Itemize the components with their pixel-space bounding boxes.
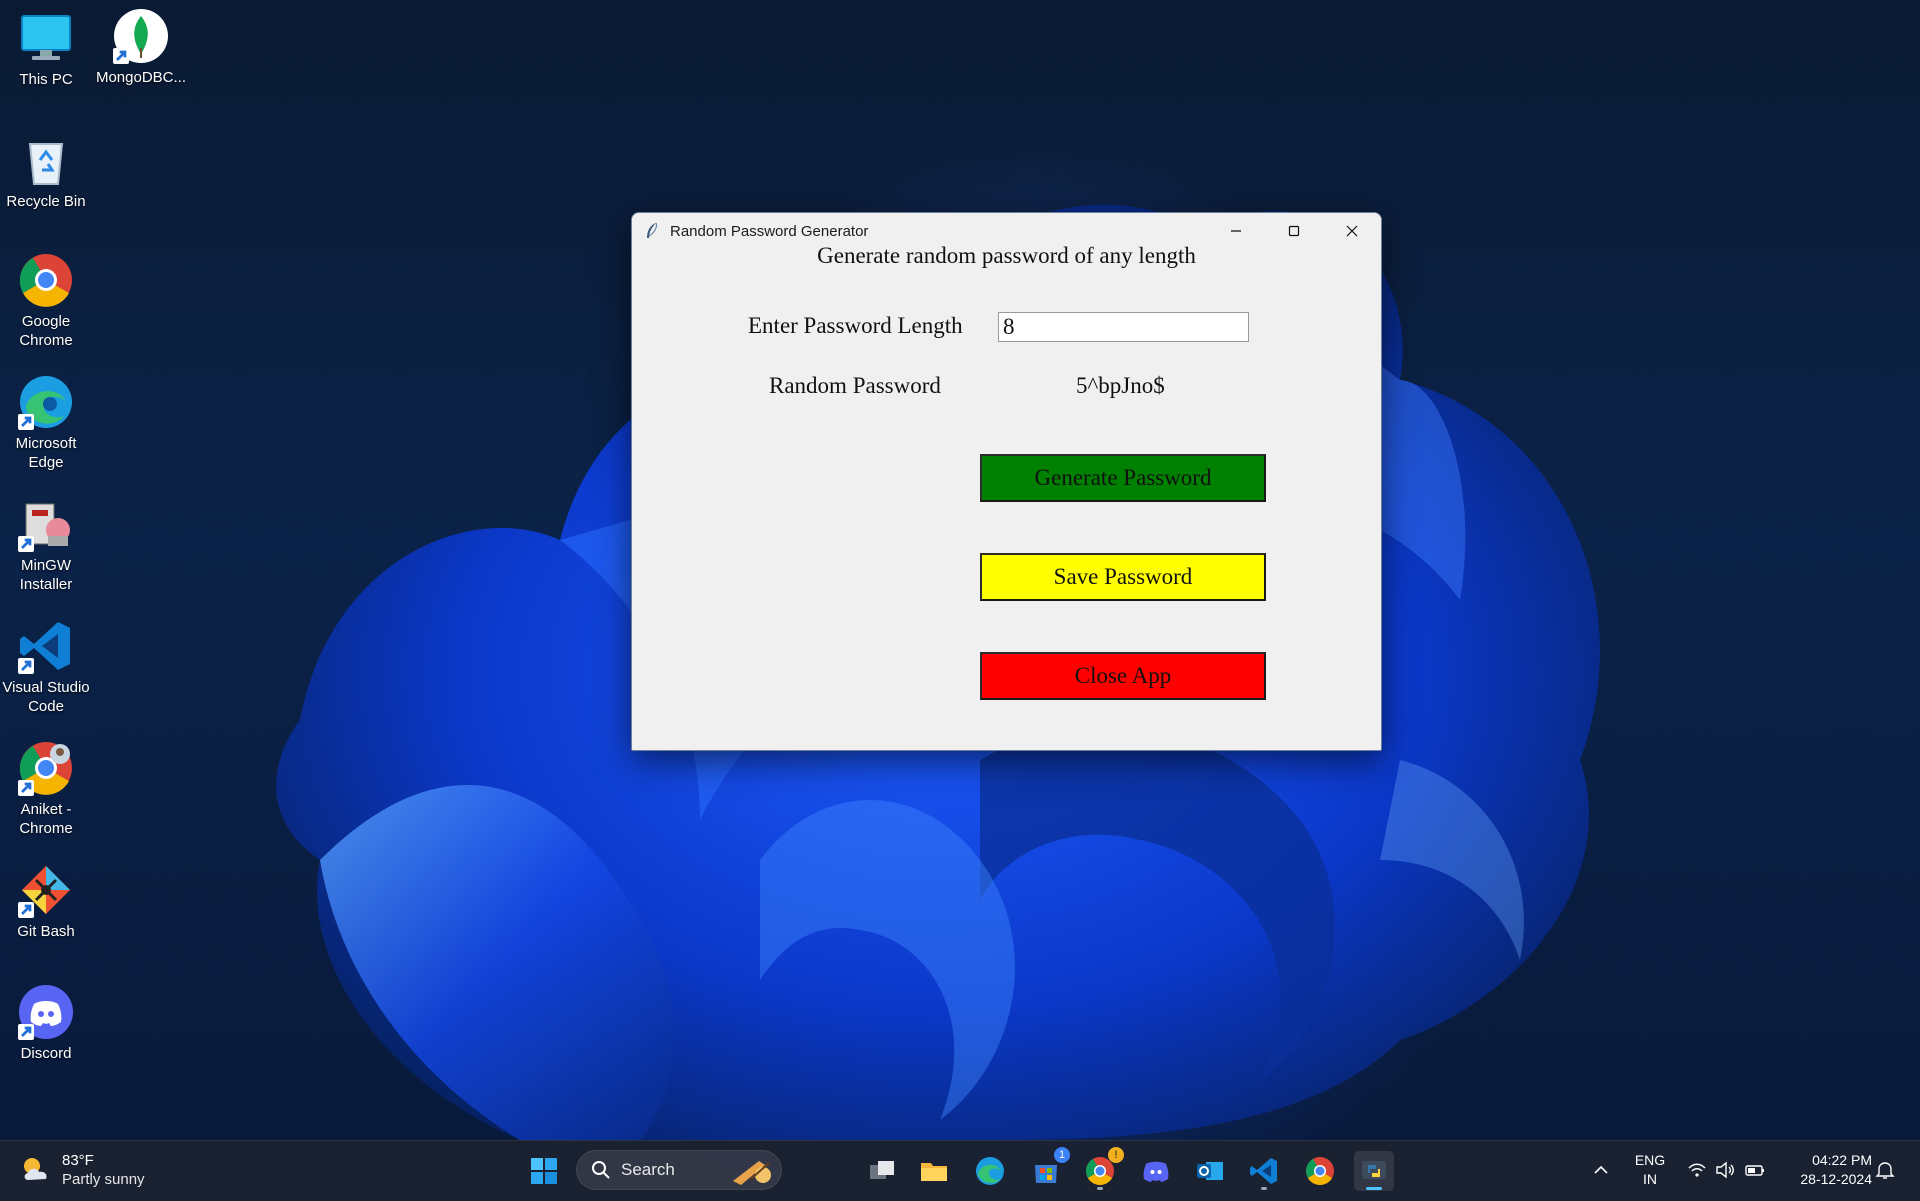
vscode-icon [18, 618, 74, 674]
mingw-installer-icon [18, 496, 74, 552]
taskbar-file-explorer[interactable] [914, 1151, 954, 1191]
task-view-icon [870, 1161, 894, 1179]
shortcut-arrow-icon [18, 658, 34, 674]
discord-icon [1143, 1161, 1169, 1182]
chrome-icon [1306, 1157, 1334, 1185]
random-password-value: 5^bpJno$ [1076, 373, 1165, 398]
taskbar-task-view[interactable] [862, 1151, 902, 1191]
desktop-icon-vscode[interactable]: Visual Studio Code [0, 618, 92, 716]
search-icon [592, 1161, 610, 1179]
edge-icon [18, 374, 74, 430]
taskbar-discord[interactable] [1136, 1151, 1176, 1191]
clock-time: 04:22 PM [1812, 1152, 1872, 1168]
file-explorer-icon [921, 1163, 947, 1181]
window-title: Random Password Generator [670, 222, 869, 240]
password-length-label: Enter Password Length [748, 313, 963, 338]
taskbar-outlook[interactable] [1190, 1151, 1230, 1191]
language-code: ENG [1634, 1152, 1666, 1168]
search-label: Search [621, 1160, 675, 1179]
generate-password-button[interactable]: Generate Password [980, 454, 1266, 502]
desktop-icon-recycle-bin[interactable]: Recycle Bin [0, 132, 92, 211]
chrome-profile-icon [18, 740, 74, 796]
desktop-icon-this-pc[interactable]: This PC [0, 10, 92, 89]
desktop-icon-label: Recycle Bin [6, 193, 86, 210]
desktop-icon-discord[interactable]: Discord [0, 984, 92, 1063]
desktop-icon-label: Microsoft Edge [15, 435, 77, 471]
store-notification-badge: 1 [1054, 1147, 1070, 1163]
mongodb-compass-icon [113, 8, 169, 64]
random-password-label: Random Password [769, 373, 941, 398]
tk-feather-icon [647, 222, 658, 238]
desktop-icon-google-chrome[interactable]: Google Chrome [0, 252, 92, 350]
desktop-icon-label: Git Bash [17, 923, 75, 940]
shortcut-arrow-icon [18, 902, 34, 918]
desktop-icon-label: MongoDBC... [95, 69, 187, 86]
taskbar-chrome-2[interactable] [1300, 1151, 1340, 1191]
password-generator-window: Random Password Generator Generate rando… [631, 212, 1382, 751]
shortcut-arrow-icon [18, 414, 34, 430]
save-password-button[interactable]: Save Password [980, 553, 1266, 601]
shortcut-arrow-icon [18, 780, 34, 796]
desktop-icon-git-bash[interactable]: Git Bash [0, 862, 92, 941]
taskbar-vscode[interactable] [1244, 1151, 1284, 1191]
taskbar-microsoft-store[interactable]: 1 [1026, 1147, 1070, 1191]
desktop-icon-label: Visual Studio Code [2, 679, 90, 715]
close-app-button[interactable]: Close App [980, 652, 1266, 700]
discord-icon [18, 984, 74, 1040]
desktop-icon-mongodb-compass[interactable]: MongoDBC... [95, 8, 187, 87]
page-title: Generate random password of any length [817, 243, 1196, 268]
desktop-icon-label: This PC [19, 71, 73, 88]
shortcut-arrow-icon [113, 48, 129, 64]
partly-sunny-icon [24, 1158, 47, 1180]
desktop-icon-mingw-installer[interactable]: MinGW Installer [0, 496, 92, 594]
weather-description: Partly sunny [62, 1171, 145, 1188]
chrome-icon [18, 252, 74, 308]
shortcut-arrow-icon [18, 1024, 34, 1040]
minimize-icon [1231, 230, 1241, 232]
clock-date: 28-12-2024 [1800, 1171, 1872, 1187]
weather-widget[interactable]: 83°F Partly sunny [18, 1151, 145, 1189]
edge-icon [976, 1157, 1004, 1185]
wifi-icon[interactable] [1686, 1159, 1708, 1181]
desktop-icon-label: Discord [20, 1045, 72, 1062]
recycle-bin-icon [18, 132, 74, 188]
git-bash-icon [18, 862, 74, 918]
windows-start-icon [531, 1158, 557, 1184]
search-highlight-icon [733, 1161, 771, 1185]
taskbar-python-app[interactable] [1354, 1151, 1394, 1191]
python-icon [1362, 1161, 1386, 1179]
battery-icon[interactable] [1744, 1159, 1766, 1181]
desktop-icon-label: MinGW Installer [19, 557, 73, 593]
desktop-icon-aniket-chrome[interactable]: Aniket - Chrome [0, 740, 92, 838]
monitor-icon [18, 10, 74, 66]
desktop-icon-microsoft-edge[interactable]: Microsoft Edge [0, 374, 92, 472]
system-clock[interactable]: 04:22 PM 28-12-2024 [1782, 1151, 1872, 1189]
taskbar: 83°F Partly sunny Search 1 ! ENG IN 04:2… [0, 1140, 1920, 1201]
taskbar-chrome[interactable]: ! [1080, 1147, 1124, 1191]
show-hidden-icons-chevron-icon[interactable] [1590, 1159, 1612, 1181]
taskbar-edge[interactable] [970, 1151, 1010, 1191]
volume-icon[interactable] [1714, 1159, 1736, 1181]
maximize-icon [1288, 225, 1300, 237]
desktop-icon-label: Aniket - Chrome [19, 801, 73, 837]
weather-temperature: 83°F [62, 1152, 94, 1169]
outlook-icon [1197, 1162, 1223, 1180]
start-button[interactable] [524, 1151, 564, 1191]
chrome-profile-badge: ! [1108, 1147, 1124, 1163]
vscode-icon [1250, 1158, 1277, 1184]
password-length-input[interactable] [998, 312, 1249, 342]
language-region: IN [1643, 1171, 1657, 1187]
taskbar-search[interactable]: Search [576, 1150, 782, 1190]
shortcut-arrow-icon [18, 536, 34, 552]
desktop-icon-label: Google Chrome [19, 313, 73, 349]
notification-bell-icon[interactable] [1874, 1159, 1896, 1181]
input-language-indicator[interactable]: ENG IN [1630, 1151, 1670, 1189]
close-icon [1346, 225, 1358, 237]
